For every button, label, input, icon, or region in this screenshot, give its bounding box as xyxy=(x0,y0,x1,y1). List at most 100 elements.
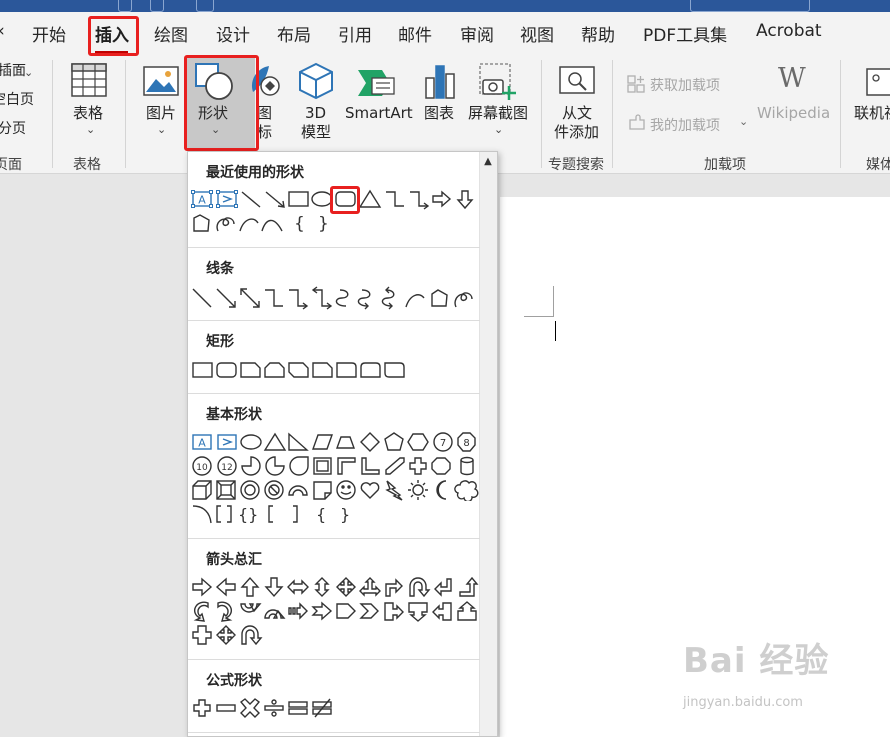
from-file-label-2[interactable]: 件添加 xyxy=(554,123,599,142)
line-shape[interactable] xyxy=(192,288,212,308)
teardrop-shape[interactable] xyxy=(289,456,309,476)
parallelogram-shape[interactable] xyxy=(312,434,333,450)
cross-shape[interactable] xyxy=(409,457,427,475)
curved-left-arrow-shape[interactable] xyxy=(217,601,233,622)
table-icon[interactable] xyxy=(71,63,107,97)
left-arrow-callout-shape[interactable] xyxy=(432,602,452,621)
chevron-shape[interactable] xyxy=(359,603,379,619)
curved-up-arrow-shape[interactable] xyxy=(240,603,262,613)
partial-cover-page[interactable]: 插面 xyxy=(0,62,26,81)
tab-mailings[interactable]: 邮件 xyxy=(398,21,432,46)
right-brace-shape[interactable]: } xyxy=(340,505,350,524)
arc-shape[interactable] xyxy=(192,505,212,524)
smartart-button-label[interactable]: SmartArt xyxy=(345,104,413,123)
rounded-rectangle-shape[interactable] xyxy=(216,362,237,378)
sun-shape[interactable] xyxy=(408,480,428,500)
online-video-icon[interactable] xyxy=(866,68,890,98)
tab-pdf-tools[interactable]: PDF工具集 xyxy=(643,21,727,46)
scribble-shape[interactable] xyxy=(216,217,235,232)
right-brace-shape[interactable]: } xyxy=(318,214,329,234)
down-arrow-callout-shape[interactable] xyxy=(408,602,428,622)
rectangle-shape[interactable] xyxy=(288,191,309,207)
scroll-up-arrow-icon[interactable]: ▲ xyxy=(479,152,497,170)
freeform-shape[interactable] xyxy=(193,214,210,232)
double-bracket-shape[interactable] xyxy=(216,505,232,523)
tab-design[interactable]: 设计 xyxy=(216,21,250,46)
round-diagonal-rectangle-shape[interactable] xyxy=(384,362,405,378)
tab-partial[interactable]: ‹ xyxy=(0,21,5,41)
division-shape[interactable] xyxy=(264,699,284,717)
rectangle-shape[interactable] xyxy=(192,362,213,378)
arc-shape[interactable] xyxy=(239,218,259,232)
left-arrow-shape[interactable] xyxy=(215,577,236,597)
heart-shape[interactable] xyxy=(360,482,380,499)
right-triangle-shape[interactable] xyxy=(288,432,309,451)
search-box[interactable] xyxy=(690,0,810,12)
icons-icon[interactable] xyxy=(247,62,281,100)
left-right-up-arrow-shape[interactable] xyxy=(359,577,381,597)
frame-shape[interactable] xyxy=(313,457,332,475)
right-arrow-shape[interactable] xyxy=(432,190,452,208)
smiley-face-shape[interactable] xyxy=(336,480,356,500)
tab-acrobat[interactable]: Acrobat xyxy=(756,21,822,41)
u-turn-arrow-shape[interactable] xyxy=(409,577,431,598)
half-frame-shape[interactable] xyxy=(337,457,356,475)
snip-diagonal-rectangle-shape[interactable] xyxy=(288,362,309,378)
my-addins-label[interactable]: 我的加载项 xyxy=(650,115,720,135)
search-file-icon[interactable] xyxy=(559,66,595,98)
block-arc-shape[interactable] xyxy=(288,485,308,496)
up-arrow-callout-shape[interactable] xyxy=(457,601,477,621)
curved-down-arrow-shape[interactable] xyxy=(264,609,286,619)
quad-arrow-shape[interactable] xyxy=(336,577,356,597)
oval-shape[interactable] xyxy=(311,191,333,207)
donut-shape[interactable] xyxy=(240,480,260,500)
tab-insert[interactable]: 插入 xyxy=(95,21,129,46)
diamond-shape[interactable] xyxy=(360,432,380,452)
tab-layout[interactable]: 布局 xyxy=(277,21,311,46)
scribble-shape[interactable] xyxy=(454,292,473,308)
left-brace-shape[interactable]: { xyxy=(316,505,326,524)
plaque-shape[interactable] xyxy=(431,457,451,475)
tab-references[interactable]: 引用 xyxy=(338,21,372,46)
tab-review[interactable]: 审阅 xyxy=(460,21,494,46)
quick-access-redo-icon[interactable] xyxy=(196,0,214,12)
hexagon-shape[interactable] xyxy=(407,433,429,451)
vertical-text-box-shape[interactable] xyxy=(217,434,237,450)
icons-button-label-2[interactable]: 标 xyxy=(257,123,272,142)
text-box-shape[interactable]: A xyxy=(191,190,213,208)
arrow-line-shape[interactable] xyxy=(216,288,236,308)
right-arrow-callout-shape[interactable] xyxy=(384,602,404,621)
screenshot-icon[interactable] xyxy=(477,62,517,102)
vertical-text-box-shape[interactable] xyxy=(216,190,238,208)
text-box-shape[interactable]: A xyxy=(192,434,212,450)
curve-shape[interactable] xyxy=(261,219,283,232)
wikipedia-button-label[interactable]: Wikipedia xyxy=(757,104,830,123)
right-bracket-shape[interactable] xyxy=(293,505,298,523)
double-brace-shape[interactable]: {} xyxy=(238,505,258,524)
l-shape[interactable] xyxy=(361,457,380,475)
round-corner-rectangle-shape[interactable] xyxy=(336,362,357,378)
tab-draw[interactable]: 绘图 xyxy=(154,21,188,46)
chord-shape[interactable] xyxy=(265,456,285,476)
online-video-label[interactable]: 联机视 xyxy=(854,104,890,123)
rounded-rectangle-shape[interactable] xyxy=(335,191,356,207)
decagon-shape[interactable]: 10 xyxy=(192,456,212,476)
right-arrow-shape[interactable] xyxy=(192,577,213,597)
bent-up-arrow-shape[interactable] xyxy=(459,576,479,597)
elbow-double-arrow-connector-shape[interactable] xyxy=(311,286,333,310)
left-bracket-shape[interactable] xyxy=(268,505,273,523)
quad-arrow-callout-shape[interactable] xyxy=(216,625,236,645)
3d-model-icon[interactable] xyxy=(298,62,334,100)
smartart-icon[interactable] xyxy=(358,68,396,98)
octagon-shape[interactable]: 8 xyxy=(457,432,476,452)
multiply-shape[interactable] xyxy=(239,698,261,718)
down-arrow-shape[interactable] xyxy=(456,190,474,210)
get-addins-icon[interactable] xyxy=(627,75,645,93)
striped-right-arrow-shape[interactable] xyxy=(288,602,308,620)
bent-arrow-shape[interactable] xyxy=(385,578,403,597)
left-right-arrow-callout-shape[interactable] xyxy=(192,625,212,645)
triangle-shape[interactable] xyxy=(358,189,382,208)
circular-arrow-shape[interactable] xyxy=(241,625,263,646)
folded-corner-shape[interactable] xyxy=(313,481,332,500)
left-brace-shape[interactable]: { xyxy=(294,214,305,234)
